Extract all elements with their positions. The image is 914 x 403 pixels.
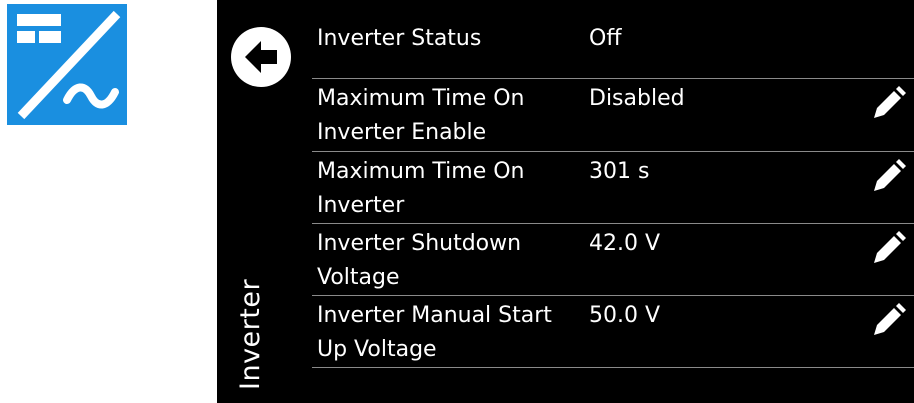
page-title: Inverter	[235, 278, 266, 390]
setting-label: Inverter Shutdown Voltage	[317, 231, 522, 290]
setting-value: 42.0 V	[589, 231, 661, 256]
setting-label: Maximum Time On Inverter	[317, 159, 525, 218]
divider	[312, 367, 914, 368]
inverter-settings-screen: Inverter Inverter Status Off Maximum Tim…	[217, 0, 914, 403]
inverter-dc-ac-icon	[17, 10, 121, 120]
pencil-icon[interactable]	[870, 231, 906, 267]
divider	[312, 295, 914, 296]
pencil-icon[interactable]	[870, 159, 906, 195]
setting-label: Maximum Time On Inverter Enable	[317, 86, 525, 145]
pencil-icon[interactable]	[870, 303, 906, 339]
back-arrow-icon	[231, 27, 291, 87]
setting-label: Inverter Manual Start Up Voltage	[317, 303, 552, 362]
divider	[312, 151, 914, 152]
pencil-icon[interactable]	[870, 86, 906, 122]
divider	[312, 223, 914, 224]
setting-value: Off	[589, 26, 622, 51]
setting-value: 50.0 V	[589, 303, 661, 328]
inverter-app-icon	[7, 4, 127, 125]
setting-label: Inverter Status	[317, 26, 482, 51]
setting-value: 301 s	[589, 159, 650, 184]
divider	[312, 78, 914, 79]
setting-value: Disabled	[589, 86, 685, 111]
back-button[interactable]	[229, 25, 293, 89]
